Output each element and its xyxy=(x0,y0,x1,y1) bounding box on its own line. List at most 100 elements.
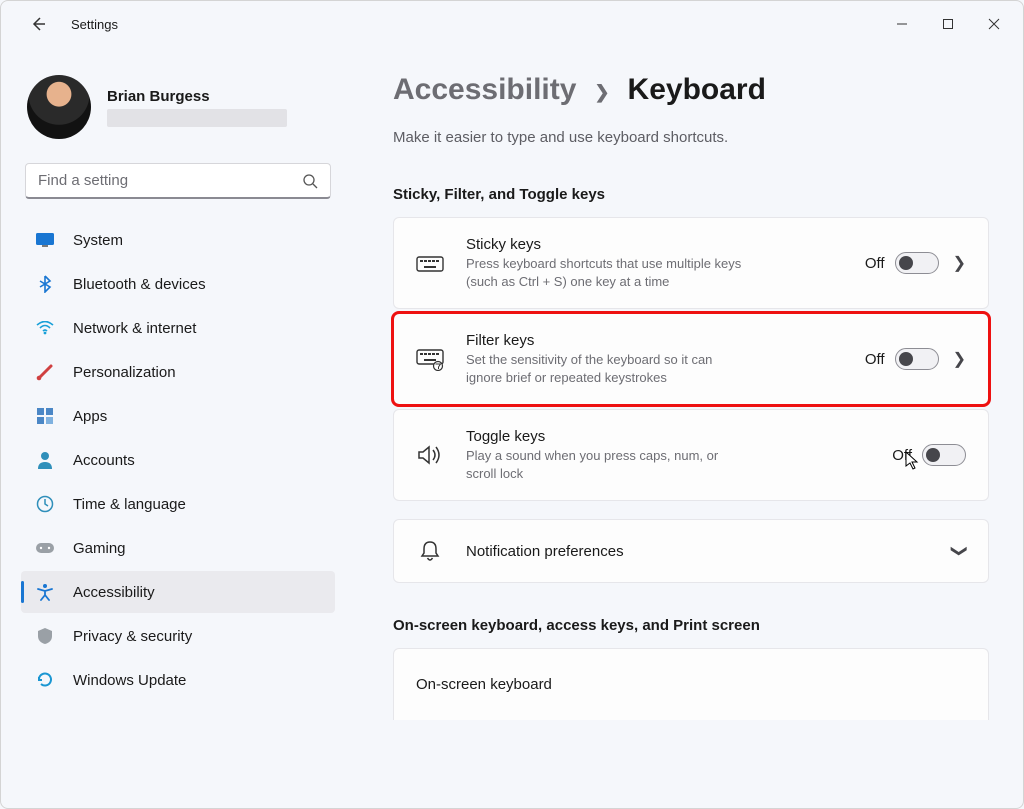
sticky-keys-card[interactable]: Sticky keys Press keyboard shortcuts tha… xyxy=(393,217,989,309)
back-arrow-icon xyxy=(30,16,46,32)
content-area: Accessibility ❯ Keyboard Make it easier … xyxy=(343,47,1023,808)
toggle-group: Off xyxy=(892,444,966,466)
card-controls: Off ❯ xyxy=(865,252,966,274)
card-title: Sticky keys xyxy=(466,236,746,253)
osk-cards: On-screen keyboard xyxy=(393,648,989,720)
chevron-down-icon: ❯ xyxy=(949,545,969,558)
settings-window: Settings Brian Burgess xyxy=(0,0,1024,809)
avatar xyxy=(27,75,91,139)
sidebar-item-network[interactable]: Network & internet xyxy=(21,307,335,349)
profile-header[interactable]: Brian Burgess xyxy=(27,75,329,139)
nav-label: Gaming xyxy=(73,540,126,557)
nav-label: Network & internet xyxy=(73,320,196,337)
sidebar-item-bluetooth[interactable]: Bluetooth & devices xyxy=(21,263,335,305)
breadcrumb-prev[interactable]: Accessibility xyxy=(393,73,576,107)
page-subtitle: Make it easier to type and use keyboard … xyxy=(393,129,989,146)
wifi-icon xyxy=(35,318,55,338)
section-heading-osk: On-screen keyboard, access keys, and Pri… xyxy=(393,617,989,634)
maximize-button[interactable] xyxy=(925,8,971,40)
mouse-cursor-icon xyxy=(905,451,919,471)
gamepad-icon xyxy=(35,538,55,558)
apps-icon xyxy=(35,406,55,426)
nav-label: Windows Update xyxy=(73,672,186,689)
paintbrush-icon xyxy=(35,362,55,382)
shield-icon xyxy=(35,626,55,646)
search-icon xyxy=(298,169,322,193)
close-icon xyxy=(988,18,1000,30)
toggle-state: Off xyxy=(865,255,885,272)
search-input[interactable] xyxy=(38,172,298,189)
toggle-keys-toggle[interactable] xyxy=(922,444,966,466)
toggle-keys-card[interactable]: Toggle keys Play a sound when you press … xyxy=(393,409,989,501)
keyboard-filter-icon xyxy=(412,347,448,371)
card-text: Filter keys Set the sensitivity of the k… xyxy=(466,332,746,386)
card-controls: Off ❯ xyxy=(865,348,966,370)
profile-name: Brian Burgess xyxy=(107,88,287,105)
clock-globe-icon xyxy=(35,494,55,514)
sidebar-item-accounts[interactable]: Accounts xyxy=(21,439,335,481)
keyboard-icon xyxy=(412,252,448,274)
nav-list: System Bluetooth & devices Network & int… xyxy=(21,219,335,701)
sidebar-item-privacy[interactable]: Privacy & security xyxy=(21,615,335,657)
profile-text: Brian Burgess xyxy=(107,88,287,127)
card-text: Sticky keys Press keyboard shortcuts tha… xyxy=(466,236,746,290)
bluetooth-icon xyxy=(35,274,55,294)
card-title: On-screen keyboard xyxy=(416,676,552,693)
toggle-state: Off xyxy=(865,351,885,368)
card-title: Notification preferences xyxy=(466,543,624,560)
body: Brian Burgess System Bluetooth & devices xyxy=(1,47,1023,808)
nav-label: System xyxy=(73,232,123,249)
on-screen-keyboard-card[interactable]: On-screen keyboard xyxy=(393,648,989,720)
bell-icon xyxy=(412,539,448,563)
nav-label: Bluetooth & devices xyxy=(73,276,206,293)
nav-label: Time & language xyxy=(73,496,186,513)
chevron-right-icon: ❯ xyxy=(953,253,966,273)
section-heading-sticky: Sticky, Filter, and Toggle keys xyxy=(393,186,989,203)
nav-label: Accessibility xyxy=(73,584,155,601)
nav-label: Privacy & security xyxy=(73,628,192,645)
close-button[interactable] xyxy=(971,8,1017,40)
minimize-icon xyxy=(896,18,908,30)
back-button[interactable] xyxy=(21,7,55,41)
card-title: Toggle keys xyxy=(466,428,746,445)
monitor-icon xyxy=(35,230,55,250)
window-controls xyxy=(879,8,1017,40)
filter-keys-card[interactable]: Filter keys Set the sensitivity of the k… xyxy=(393,313,989,405)
notification-expander: Notification preferences ❯ xyxy=(393,519,989,583)
sidebar-item-windows-update[interactable]: Windows Update xyxy=(21,659,335,701)
person-icon xyxy=(35,450,55,470)
nav-label: Accounts xyxy=(73,452,135,469)
update-icon xyxy=(35,670,55,690)
filter-keys-toggle[interactable] xyxy=(895,348,939,370)
titlebar: Settings xyxy=(1,1,1023,47)
minimize-button[interactable] xyxy=(879,8,925,40)
sidebar-item-personalization[interactable]: Personalization xyxy=(21,351,335,393)
card-desc: Press keyboard shortcuts that use multip… xyxy=(466,255,746,290)
search-box[interactable] xyxy=(25,163,331,199)
sticky-keys-toggle[interactable] xyxy=(895,252,939,274)
sidebar-item-apps[interactable]: Apps xyxy=(21,395,335,437)
card-text: Toggle keys Play a sound when you press … xyxy=(466,428,746,482)
sidebar-item-gaming[interactable]: Gaming xyxy=(21,527,335,569)
maximize-icon xyxy=(942,18,954,30)
breadcrumb-current: Keyboard xyxy=(628,73,766,107)
sidebar-item-system[interactable]: System xyxy=(21,219,335,261)
card-desc: Play a sound when you press caps, num, o… xyxy=(466,447,746,482)
card-desc: Set the sensitivity of the keyboard so i… xyxy=(466,351,746,386)
sidebar-item-accessibility[interactable]: Accessibility xyxy=(21,571,335,613)
speaker-icon xyxy=(412,444,448,466)
breadcrumb: Accessibility ❯ Keyboard xyxy=(393,73,989,107)
profile-email-redacted xyxy=(107,109,287,127)
notification-preferences-card[interactable]: Notification preferences ❯ xyxy=(393,519,989,583)
sidebar-item-time-language[interactable]: Time & language xyxy=(21,483,335,525)
nav-label: Personalization xyxy=(73,364,176,381)
card-text: Notification preferences xyxy=(466,543,624,560)
sidebar: Brian Burgess System Bluetooth & devices xyxy=(1,47,343,808)
card-controls: Off xyxy=(892,444,966,466)
nav-label: Apps xyxy=(73,408,107,425)
sticky-filter-toggle-cards: Sticky keys Press keyboard shortcuts tha… xyxy=(393,217,989,501)
toggle-group: Off xyxy=(865,252,939,274)
toggle-group: Off xyxy=(865,348,939,370)
card-title: Filter keys xyxy=(466,332,746,349)
card-controls: ❯ xyxy=(953,541,966,561)
